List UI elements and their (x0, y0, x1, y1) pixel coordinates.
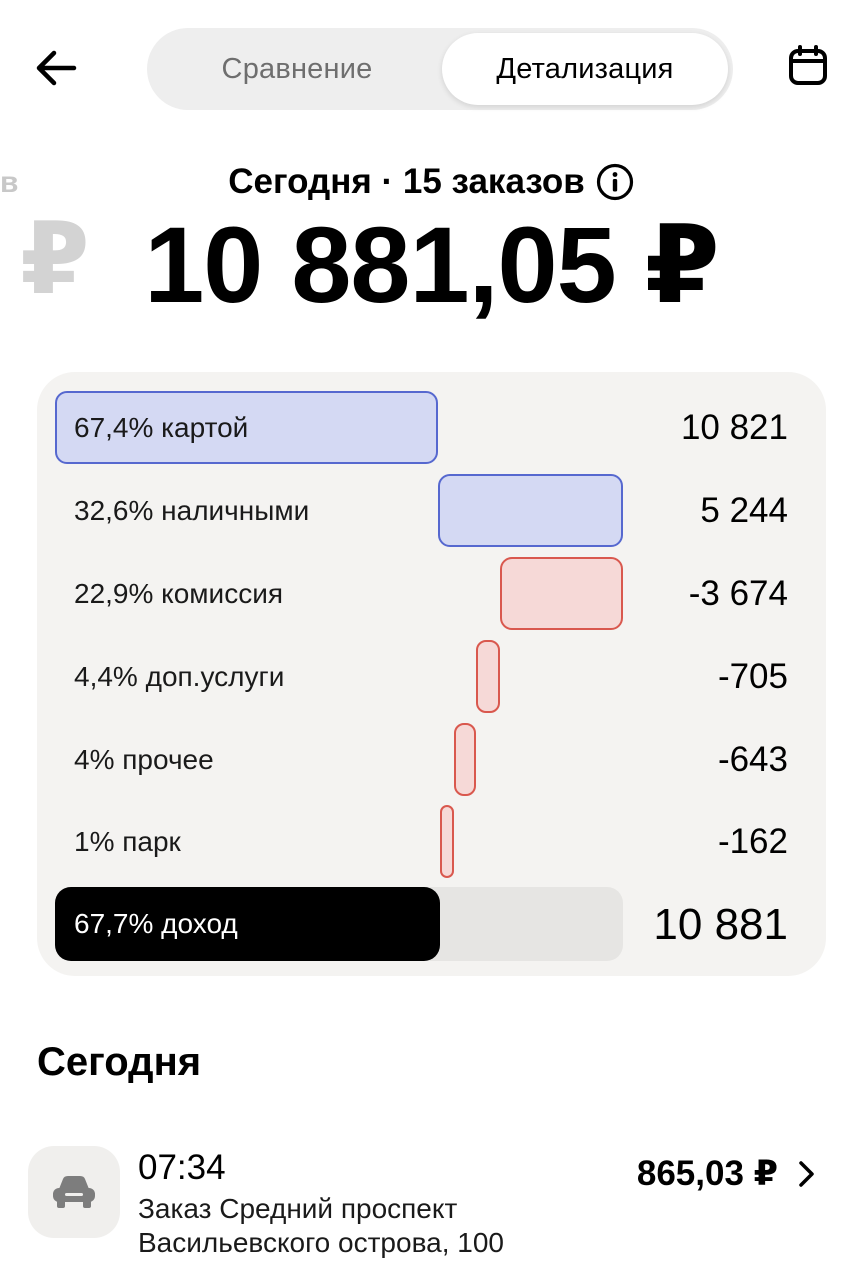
breakdown-value: -3 674 (688, 574, 788, 613)
calendar-button[interactable] (786, 44, 830, 88)
order-avatar (28, 1146, 120, 1238)
breakdown-value: 10 821 (680, 408, 788, 447)
breakdown-value: 5 244 (700, 491, 788, 530)
back-button[interactable] (28, 40, 84, 96)
breakdown-label: 4,4% доп.услуги (74, 661, 285, 692)
info-button[interactable] (595, 162, 635, 202)
breakdown-value-income: 10 881 (653, 900, 788, 949)
breakdown-label: 32,6% наличными (74, 495, 310, 526)
chevron-right-icon (793, 1158, 819, 1190)
breakdown-label: 67,4% картой (74, 412, 249, 443)
breakdown-label: 22,9% комиссия (74, 578, 284, 609)
breakdown-label: 1% парк (74, 826, 181, 857)
tab-comparison[interactable]: Сравнение (152, 33, 442, 105)
bar-cash-payment (438, 474, 623, 547)
breakdown-label: 4% прочее (74, 744, 214, 775)
calendar-icon (789, 45, 827, 85)
segmented-control: Сравнение Детализация (147, 28, 733, 110)
breakdown-label-income: 67,7% доход (74, 908, 238, 939)
order-description: Заказ Средний проспект Васильевского ост… (138, 1193, 504, 1258)
car-icon (53, 1176, 95, 1208)
period-summary-text: Сегодня · 15 заказов (228, 162, 585, 201)
bar-other (454, 723, 476, 796)
period-summary: Сегодня · 15 заказов (0, 158, 863, 206)
arrow-left-icon (36, 50, 77, 86)
bar-extra-services (476, 640, 500, 713)
breakdown-value: -705 (717, 657, 788, 696)
tab-details[interactable]: Детализация (442, 33, 728, 105)
order-amount: 865,03 ₽ (636, 1154, 778, 1193)
total-earnings: 10 881,05 ₽ (144, 204, 720, 325)
order-time: 07:34 (138, 1148, 226, 1187)
info-icon (596, 163, 633, 201)
bar-commission (500, 557, 623, 630)
breakdown-value: -643 (717, 740, 788, 779)
section-title: Сегодня (37, 1040, 202, 1084)
breakdown-value: -162 (717, 822, 788, 861)
bar-park (440, 805, 454, 878)
